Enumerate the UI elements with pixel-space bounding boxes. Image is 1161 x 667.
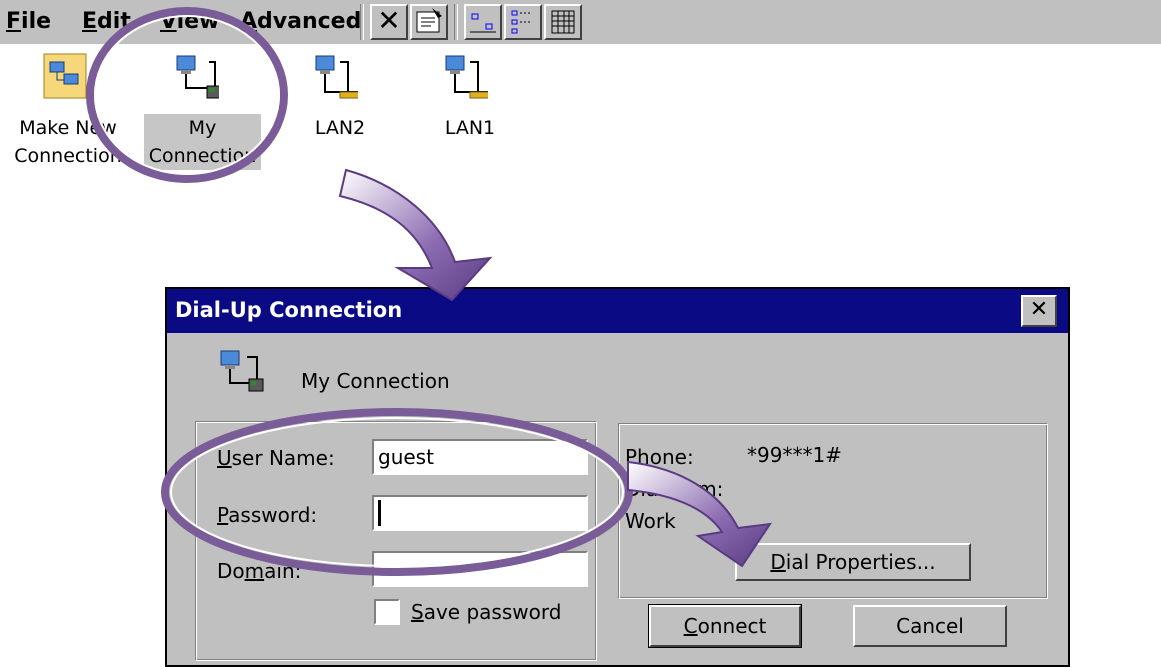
details-view-icon [551, 10, 575, 34]
user-name-input[interactable]: guest [372, 439, 588, 475]
user-name-label: User Name: [217, 446, 335, 470]
menubar: File Edit View Advanced ✕ [0, 0, 1161, 44]
menu-edit[interactable]: Edit [82, 9, 131, 34]
desktop-label: Make New Connection [14, 117, 122, 167]
delete-button[interactable]: ✕ [370, 4, 408, 40]
toolbar-separator [360, 4, 364, 40]
make-new-connection-icon [43, 53, 87, 99]
close-button[interactable]: ✕ [1021, 295, 1057, 327]
text-caret [378, 500, 381, 526]
dialog-title: Dial-Up Connection [175, 298, 403, 322]
toolbar-separator [454, 4, 458, 40]
connect-button[interactable]: Connect [648, 604, 802, 648]
list-view-button[interactable] [504, 4, 542, 40]
list-view-icon [511, 10, 530, 34]
phone-value: *99***1# [747, 443, 842, 467]
dialup-connection-icon [220, 350, 264, 392]
menu-advanced[interactable]: Advanced [240, 9, 361, 34]
dialup-connection-dialog: Dial-Up Connection ✕ My Connection User … [165, 287, 1070, 667]
desktop-label: LAN2 [314, 117, 366, 139]
close-icon: ✕ [1029, 297, 1049, 322]
dialog-titlebar: Dial-Up Connection ✕ [167, 289, 1068, 333]
menu-file[interactable]: File [6, 9, 51, 34]
network-connection-icon [315, 55, 358, 99]
network-connection-icon [445, 55, 488, 99]
desktop-label: My Connection [144, 114, 261, 170]
connection-name: My Connection [301, 369, 450, 393]
phone-label: Phone: [625, 445, 694, 469]
save-password-label: Save password [411, 600, 562, 624]
large-icons-button[interactable] [464, 4, 502, 40]
delete-icon: ✕ [377, 4, 401, 37]
curved-arrow [338, 168, 493, 302]
password-input[interactable] [372, 495, 588, 531]
dial-from-value: Work [625, 509, 676, 533]
details-view-button[interactable] [544, 4, 582, 40]
dial-properties-button[interactable]: Dial Properties... [735, 543, 971, 581]
desktop-label: LAN1 [444, 117, 496, 139]
domain-label: Domain: [217, 559, 302, 583]
cancel-button[interactable]: Cancel [853, 605, 1007, 647]
dial-from-label: Dial from: [625, 477, 724, 501]
properties-icon [416, 8, 442, 33]
properties-button[interactable] [410, 4, 448, 40]
dialup-connection-icon [176, 55, 219, 99]
menu-view[interactable]: View [160, 9, 219, 34]
password-label: Password: [217, 503, 318, 527]
large-icons-icon [470, 13, 496, 33]
domain-input[interactable] [372, 551, 588, 587]
save-password-checkbox[interactable] [374, 599, 400, 625]
